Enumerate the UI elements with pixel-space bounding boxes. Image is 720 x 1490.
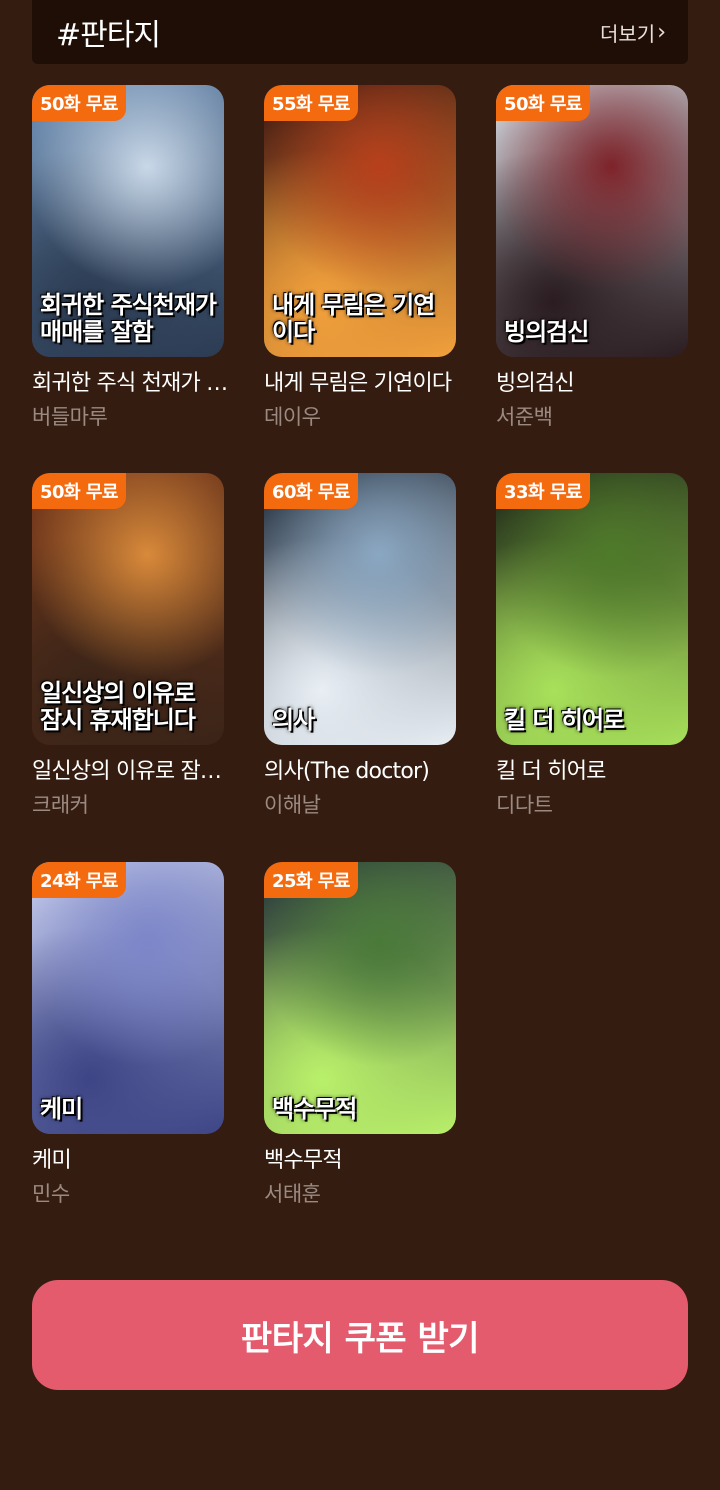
book-author: 서준백 bbox=[496, 405, 553, 429]
book-title[interactable]: 케미 bbox=[32, 1142, 232, 1174]
book-card[interactable]: 킬 더 히어로 33화 무료 킬 더 히어로 디다트 bbox=[496, 473, 688, 819]
book-card[interactable]: 빙의검신 50화 무료 빙의검신 서준백 bbox=[496, 85, 688, 431]
book-author: 크래커 bbox=[32, 793, 89, 817]
book-title[interactable]: 내게 무림은 기연이다 bbox=[264, 365, 464, 397]
book-card[interactable]: 의사 60화 무료 의사(The doctor) 이해날 bbox=[264, 473, 456, 819]
more-label: 더보기 bbox=[599, 21, 656, 46]
free-episodes-badge: 33화 무료 bbox=[496, 473, 590, 509]
book-card[interactable]: 케미 24화 무료 케미 민수 bbox=[32, 862, 224, 1208]
book-author: 버들마루 bbox=[32, 405, 108, 429]
book-card[interactable]: 백수무적 25화 무료 백수무적 서태훈 bbox=[264, 862, 456, 1208]
free-episodes-badge: 25화 무료 bbox=[264, 862, 358, 898]
book-title[interactable]: 백수무적 bbox=[264, 1142, 464, 1174]
free-episodes-badge: 55화 무료 bbox=[264, 85, 358, 121]
chevron-right-icon: › bbox=[657, 19, 666, 45]
cover-title-art: 케미 bbox=[40, 1093, 83, 1123]
cover-title-art: 일신상의 이유로 잠시 휴재합니다 bbox=[40, 678, 196, 734]
fantasy-coupon-button[interactable]: 판타지 쿠폰 받기 bbox=[32, 1280, 688, 1390]
book-cover[interactable]: 내게 무림은 기연이다 55화 무료 bbox=[264, 85, 456, 357]
book-title[interactable]: 빙의검신 bbox=[496, 365, 696, 397]
more-link[interactable]: 더보기 › bbox=[600, 18, 666, 47]
book-cover[interactable]: 회귀한 주식천재가 매매를 잘함 50화 무료 bbox=[32, 85, 224, 357]
free-episodes-badge: 60화 무료 bbox=[264, 473, 358, 509]
free-episodes-badge: 50화 무료 bbox=[32, 473, 126, 509]
book-cover[interactable]: 킬 더 히어로 33화 무료 bbox=[496, 473, 688, 745]
book-card[interactable]: 일신상의 이유로 잠시 휴재합니다 50화 무료 일신상의 이유로 잠시 휴재합… bbox=[32, 473, 232, 819]
cover-title-art: 킬 더 히어로 bbox=[504, 704, 625, 734]
free-episodes-badge: 50화 무료 bbox=[32, 85, 126, 121]
section-title: #판타지 bbox=[56, 18, 161, 53]
book-cover[interactable]: 케미 24화 무료 bbox=[32, 862, 224, 1134]
cover-title-art: 백수무적 bbox=[272, 1093, 357, 1123]
book-title[interactable]: 회귀한 주식 천재가 매매를 잘함 bbox=[32, 365, 232, 397]
cover-title-art: 빙의검신 bbox=[504, 316, 589, 346]
book-card[interactable]: 내게 무림은 기연이다 55화 무료 내게 무림은 기연이다 데이우 bbox=[264, 85, 456, 431]
free-episodes-badge: 50화 무료 bbox=[496, 85, 590, 121]
book-author: 이해날 bbox=[264, 793, 321, 817]
book-cover[interactable]: 의사 60화 무료 bbox=[264, 473, 456, 745]
book-cover[interactable]: 일신상의 이유로 잠시 휴재합니다 50화 무료 bbox=[32, 473, 224, 745]
section-header: #판타지 더보기 › bbox=[32, 0, 688, 64]
book-author: 디다트 bbox=[496, 793, 553, 817]
cover-title-art: 회귀한 주식천재가 매매를 잘함 bbox=[40, 290, 217, 346]
book-author: 민수 bbox=[32, 1182, 70, 1206]
book-author: 데이우 bbox=[264, 405, 321, 429]
book-author: 서태훈 bbox=[264, 1182, 321, 1206]
book-title[interactable]: 일신상의 이유로 잠시 휴재합니다 bbox=[32, 753, 232, 785]
cover-title-art: 의사 bbox=[272, 704, 315, 734]
book-cover[interactable]: 빙의검신 50화 무료 bbox=[496, 85, 688, 357]
book-cover[interactable]: 백수무적 25화 무료 bbox=[264, 862, 456, 1134]
book-title[interactable]: 의사(The doctor) bbox=[264, 753, 464, 785]
book-card[interactable]: 회귀한 주식천재가 매매를 잘함 50화 무료 회귀한 주식 천재가 매매를 잘… bbox=[32, 85, 232, 431]
cover-title-art: 내게 무림은 기연이다 bbox=[272, 290, 435, 346]
book-title[interactable]: 킬 더 히어로 bbox=[496, 753, 696, 785]
free-episodes-badge: 24화 무료 bbox=[32, 862, 126, 898]
